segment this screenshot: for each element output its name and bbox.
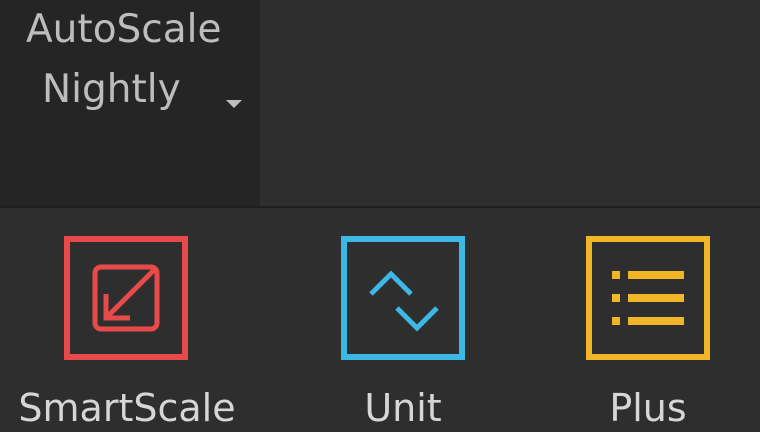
plus-label: Plus (609, 386, 687, 430)
list-icon (586, 236, 710, 360)
toolbar-divider (0, 206, 760, 208)
plugin-tab-title-line2: Nightly (42, 67, 181, 112)
toolbar-header: AutoScale Nightly (0, 0, 760, 206)
smartscale-label: SmartScale (18, 386, 236, 430)
plus-button[interactable] (586, 236, 710, 360)
unit-button[interactable] (341, 236, 465, 360)
caret-down-icon[interactable] (226, 100, 242, 108)
scale-arrow-icon (64, 236, 188, 360)
unit-label: Unit (364, 386, 442, 430)
plugin-tab-autoscale-nightly[interactable]: AutoScale Nightly (0, 0, 260, 206)
plugin-toolbar: AutoScale Nightly SmartScale Unit Plus (0, 0, 760, 432)
smartscale-button[interactable] (64, 236, 188, 360)
plugin-tab-title-line1: AutoScale (26, 7, 222, 52)
chevrons-up-down-icon (341, 236, 465, 360)
